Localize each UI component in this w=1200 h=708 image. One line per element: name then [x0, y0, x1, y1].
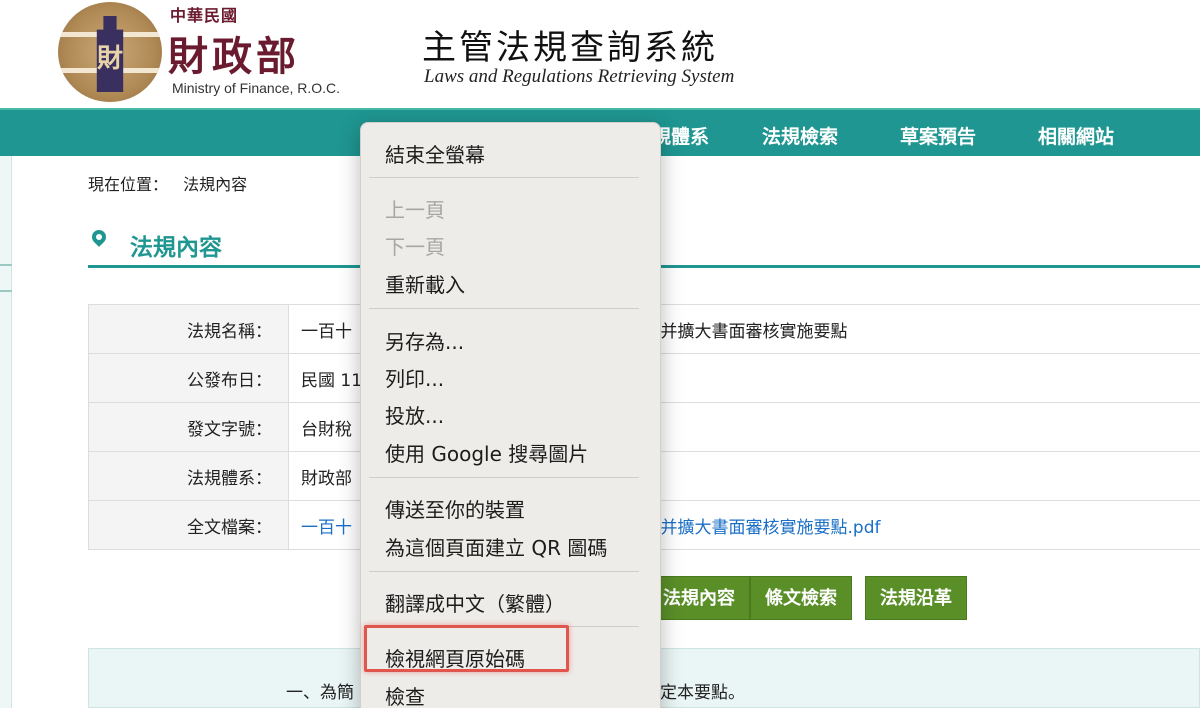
menu-item-forward: 下一頁 [385, 235, 445, 259]
menu-item-create-qr-code[interactable]: 為這個頁面建立 QR 圖碼 [385, 532, 607, 561]
roc-label: 中華民國 [170, 6, 239, 25]
menu-item-back: 上一頁 [385, 198, 445, 222]
menu-item-save-as[interactable]: 另存為... [385, 326, 464, 355]
nav-item-draft-notice[interactable]: 草案預告 [900, 122, 976, 149]
article-search-button[interactable]: 條文檢索 [750, 576, 852, 620]
view-source-highlight [364, 625, 569, 672]
menu-separator [369, 477, 639, 478]
article-text-end: 定本要點。 [660, 683, 745, 703]
left-edge-decoration [0, 156, 12, 708]
row-label: 全文檔案： [88, 500, 289, 550]
site-subtitle: Laws and Regulations Retrieving System [424, 66, 735, 87]
menu-separator [369, 177, 639, 178]
publish-date-value: 民國 11 [301, 370, 361, 391]
row-label: 法規名稱： [88, 304, 289, 354]
document-number-value: 台財稅 [301, 419, 352, 440]
menu-item-translate[interactable]: 翻譯成中文（繁體） [385, 588, 565, 617]
context-menu: 結束全螢幕 上一頁 下一頁 重新載入 另存為... 列印... 投放... 使用… [360, 122, 661, 708]
row-label: 發文字號： [88, 402, 289, 452]
breadcrumb-label: 現在位置： [88, 175, 169, 194]
seal-glyph: 財 [96, 44, 123, 74]
article-text-start: 一、為簡 [286, 683, 354, 703]
row-label: 公發布日： [88, 353, 289, 403]
location-pin-icon [89, 227, 109, 247]
full-text-file-link-rest[interactable]: 并擴大書面審核實施要點.pdf [661, 513, 881, 538]
regulation-name-value-rest: 并擴大書面審核實施要點 [660, 321, 848, 342]
breadcrumb-current: 法規內容 [183, 175, 248, 194]
full-text-file-link[interactable]: 一百十 [301, 513, 361, 538]
breadcrumb: 現在位置： 法規內容 [88, 171, 247, 195]
menu-item-reload[interactable]: 重新載入 [385, 269, 465, 298]
row-label: 法規體系： [88, 451, 289, 501]
ministry-seal-logo[interactable]: 財 [58, 2, 162, 102]
menu-separator [369, 571, 639, 572]
menu-item-print[interactable]: 列印... [385, 363, 444, 392]
site-header: 財 中華民國 財政部 Ministry of Finance, R.O.C. 主… [0, 0, 1200, 108]
section-title: 法規內容 [130, 235, 222, 261]
regulation-content-button[interactable]: 法規內容 [648, 576, 750, 620]
ministry-name-en: Ministry of Finance, R.O.C. [172, 80, 341, 96]
menu-item-google-image-search[interactable]: 使用 Google 搜尋圖片 [385, 438, 588, 467]
menu-item-cast[interactable]: 投放... [385, 400, 444, 429]
regulation-history-button[interactable]: 法規沿革 [865, 576, 967, 620]
menu-separator [369, 308, 639, 309]
site-title: 主管法規查詢系統 [422, 28, 718, 68]
menu-item-send-to-devices[interactable]: 傳送至你的裝置 [385, 494, 525, 523]
nav-item-regulation-search[interactable]: 法規檢索 [762, 122, 838, 149]
ministry-name-zh[interactable]: 財政部 [168, 24, 300, 82]
regulation-system-value: 財政部 [301, 468, 352, 489]
menu-item-inspect[interactable]: 檢查 [385, 681, 425, 708]
regulation-name-value: 一百十 [301, 321, 352, 342]
menu-item-exit-fullscreen[interactable]: 結束全螢幕 [385, 139, 485, 168]
nav-item-related-sites[interactable]: 相關網站 [1038, 122, 1114, 149]
